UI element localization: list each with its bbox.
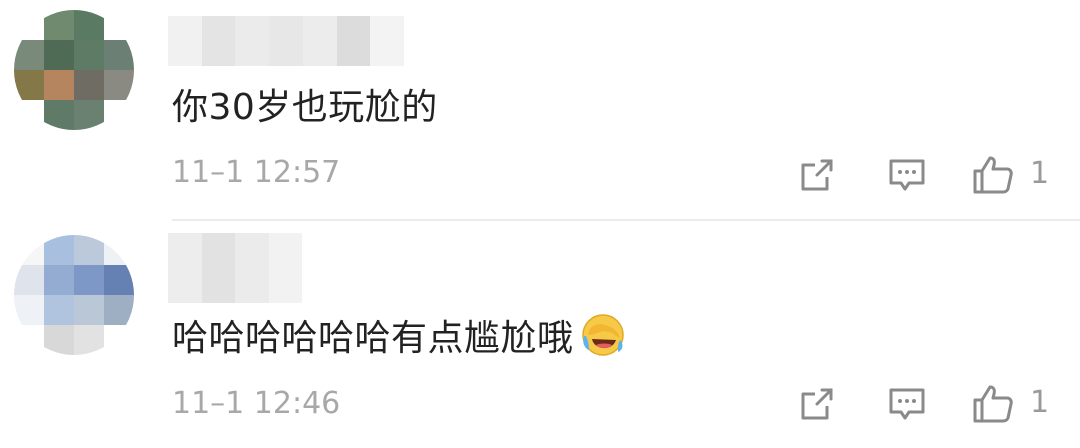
comment-reply-icon bbox=[889, 388, 925, 420]
username-pixel bbox=[302, 16, 337, 66]
username-redacted[interactable] bbox=[168, 233, 302, 303]
avatar-pixel bbox=[14, 70, 44, 100]
avatar-pixel bbox=[14, 235, 44, 265]
avatar-pixel bbox=[74, 295, 104, 325]
avatar[interactable] bbox=[14, 10, 134, 130]
username-pixel bbox=[370, 16, 404, 66]
avatar-pixel bbox=[74, 325, 104, 355]
avatar-pixel bbox=[104, 235, 134, 265]
reply-button[interactable] bbox=[882, 379, 932, 429]
comment-timestamp: 11–1 12:57 bbox=[172, 155, 341, 190]
like-count: 1 bbox=[1030, 385, 1050, 420]
username-pixel bbox=[235, 16, 270, 66]
avatar-pixel bbox=[74, 235, 104, 265]
avatar-pixel bbox=[104, 100, 134, 130]
comment-item-2: 哈哈哈哈哈哈有点尴尬哦 11–1 12:46 1 bbox=[0, 221, 1080, 448]
username-pixel bbox=[336, 16, 371, 66]
username-pixel bbox=[201, 16, 236, 66]
avatar-pixel bbox=[44, 295, 74, 325]
avatar-pixel bbox=[104, 10, 134, 40]
avatar-pixel bbox=[14, 295, 44, 325]
avatar-pixel bbox=[104, 265, 134, 295]
like-button[interactable] bbox=[968, 379, 1018, 429]
avatar-pixel bbox=[14, 10, 44, 40]
laughing-crying-emoji-icon bbox=[581, 314, 624, 356]
avatar-pixel bbox=[74, 265, 104, 295]
avatar-pixel bbox=[104, 325, 134, 355]
comment-actions: 1 bbox=[780, 150, 1080, 200]
username-pixel bbox=[168, 16, 202, 66]
avatar-pixel bbox=[74, 100, 104, 130]
thumbs-up-icon bbox=[973, 385, 1013, 423]
avatar-pixel bbox=[14, 265, 44, 295]
avatar-pixel bbox=[44, 325, 74, 355]
avatar-pixel bbox=[44, 40, 74, 70]
share-icon bbox=[801, 159, 833, 191]
avatar-pixel bbox=[44, 265, 74, 295]
avatar-pixel bbox=[74, 40, 104, 70]
share-button[interactable] bbox=[792, 379, 842, 429]
share-icon bbox=[801, 388, 833, 420]
comment-actions: 1 bbox=[780, 379, 1080, 429]
avatar-pixel bbox=[14, 325, 44, 355]
username-pixel bbox=[201, 233, 235, 303]
avatar-pixel bbox=[104, 70, 134, 100]
avatar-pixel bbox=[104, 295, 134, 325]
username-pixel bbox=[235, 233, 269, 303]
comment-item-1: 你30岁也玩尬的 11–1 12:57 1 bbox=[0, 0, 1080, 220]
share-button[interactable] bbox=[792, 150, 842, 200]
username-pixel bbox=[268, 233, 302, 303]
avatar-pixel bbox=[14, 100, 44, 130]
avatar-pixel bbox=[44, 70, 74, 100]
avatar-pixel bbox=[104, 40, 134, 70]
comment-timestamp: 11–1 12:46 bbox=[172, 386, 341, 421]
thumbs-up-icon bbox=[973, 156, 1013, 194]
username-pixel bbox=[168, 233, 202, 303]
avatar-pixel bbox=[44, 235, 74, 265]
comment-text: 哈哈哈哈哈哈有点尴尬哦 bbox=[172, 309, 626, 361]
comment-reply-icon bbox=[889, 159, 925, 191]
avatar-pixel bbox=[74, 10, 104, 40]
reply-button[interactable] bbox=[882, 150, 932, 200]
comment-text-content: 哈哈哈哈哈哈有点尴尬哦 bbox=[172, 318, 574, 359]
like-count: 1 bbox=[1030, 156, 1050, 191]
avatar-pixel bbox=[74, 70, 104, 100]
avatar-pixel bbox=[44, 10, 74, 40]
avatar-pixel bbox=[14, 40, 44, 70]
comment-text: 你30岁也玩尬的 bbox=[172, 78, 438, 130]
username-pixel bbox=[269, 16, 303, 66]
username-redacted[interactable] bbox=[168, 16, 404, 66]
like-button[interactable] bbox=[968, 150, 1018, 200]
comment-text-content: 你30岁也玩尬的 bbox=[172, 87, 438, 128]
avatar[interactable] bbox=[14, 235, 134, 355]
avatar-pixel bbox=[44, 100, 74, 130]
